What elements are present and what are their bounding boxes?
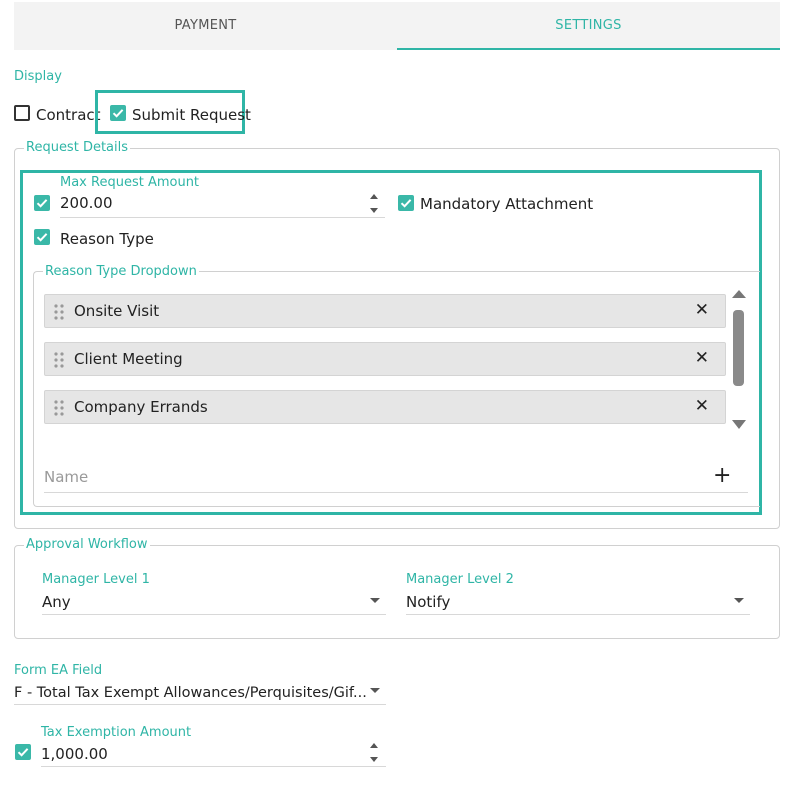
manager-level-1-select[interactable]: Any [42, 592, 386, 615]
manager-level-2-select[interactable]: Notify [406, 592, 750, 615]
manager-level-2-value: Notify [406, 593, 451, 611]
list-item[interactable]: Onsite Visit ✕ [44, 294, 726, 328]
manager-level-1-value: Any [42, 593, 71, 611]
form-ea-field-value: F - Total Tax Exempt Allowances/Perquisi… [14, 685, 367, 701]
submit-request-checkbox-box[interactable] [110, 105, 126, 121]
reason-type-checkbox-box[interactable] [34, 229, 50, 245]
display-label: Display [14, 69, 62, 84]
tax-exemption-amount-input[interactable]: 1,000.00 [41, 744, 386, 767]
drag-handle-icon[interactable] [54, 400, 64, 416]
reason-type-label[interactable]: Reason Type [60, 230, 154, 248]
list-item-label: Onsite Visit [74, 302, 160, 320]
tab-bar: PAYMENT SETTINGS [14, 2, 780, 50]
contract-label[interactable]: Contract [36, 106, 101, 124]
list-item[interactable]: Client Meeting ✕ [44, 342, 726, 376]
number-spinner-icon[interactable] [369, 192, 379, 216]
max-request-amount-value: 200.00 [60, 194, 113, 212]
scroll-down-icon [732, 420, 746, 429]
contract-checkbox-box[interactable] [14, 105, 30, 121]
contract-checkbox[interactable] [14, 105, 30, 121]
drag-handle-icon[interactable] [54, 352, 64, 368]
max-request-amount-input[interactable]: 200.00 [60, 193, 385, 218]
chevron-down-icon [734, 598, 744, 603]
tab-payment[interactable]: PAYMENT [14, 2, 397, 50]
list-item[interactable]: Company Errands ✕ [44, 390, 726, 424]
tax-exemption-checkbox-box[interactable] [15, 744, 31, 760]
reason-type-checkbox[interactable] [34, 229, 50, 245]
form-ea-field-label: Form EA Field [14, 663, 103, 678]
close-icon[interactable]: ✕ [695, 300, 709, 320]
reason-name-input[interactable]: Name [44, 467, 748, 493]
reason-name-placeholder: Name [44, 468, 89, 486]
scrollbar-thumb [733, 310, 744, 386]
approval-workflow-legend: Approval Workflow [24, 537, 150, 552]
scroll-up-icon [732, 290, 746, 298]
submit-request-checkbox[interactable] [110, 105, 126, 121]
tax-exemption-amount-label: Tax Exemption Amount [41, 725, 192, 740]
tab-settings[interactable]: SETTINGS [397, 2, 780, 50]
form-ea-field-select[interactable]: F - Total Tax Exempt Allowances/Perquisi… [14, 682, 386, 705]
tax-exemption-amount-value: 1,000.00 [41, 745, 108, 763]
submit-request-label[interactable]: Submit Request [132, 106, 251, 124]
close-icon[interactable]: ✕ [695, 396, 709, 416]
list-item-label: Company Errands [74, 398, 208, 416]
mandatory-attachment-checkbox[interactable] [398, 195, 414, 211]
scrollbar[interactable] [730, 288, 748, 434]
reason-type-dropdown-legend: Reason Type Dropdown [43, 264, 199, 279]
manager-level-1-label: Manager Level 1 [42, 572, 150, 587]
check-icon [17, 748, 29, 757]
request-details-legend: Request Details [24, 140, 131, 155]
check-icon [400, 199, 412, 208]
chevron-down-icon [370, 598, 380, 603]
check-icon [36, 233, 48, 242]
manager-level-2-label: Manager Level 2 [406, 572, 514, 587]
close-icon[interactable]: ✕ [695, 348, 709, 368]
chevron-down-icon [370, 688, 380, 693]
max-request-amount-label: Max Request Amount [60, 175, 200, 190]
list-item-label: Client Meeting [74, 350, 183, 368]
add-icon[interactable]: + [713, 464, 731, 488]
mandatory-attachment-label[interactable]: Mandatory Attachment [420, 195, 593, 213]
number-spinner-icon[interactable] [369, 741, 379, 765]
max-request-checkbox-box[interactable] [34, 195, 50, 211]
drag-handle-icon[interactable] [54, 304, 64, 320]
tax-exemption-checkbox[interactable] [15, 744, 31, 760]
check-icon [112, 109, 124, 118]
check-icon [36, 199, 48, 208]
max-request-checkbox[interactable] [34, 195, 50, 211]
mandatory-attachment-checkbox-box[interactable] [398, 195, 414, 211]
